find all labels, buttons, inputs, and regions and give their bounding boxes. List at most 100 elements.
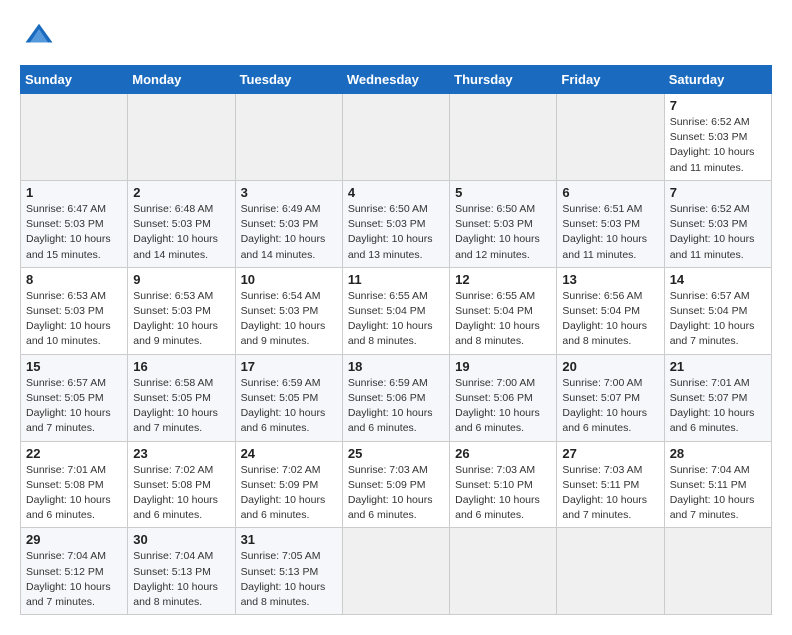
day-number: 15 (26, 359, 122, 374)
day-header: Wednesday (342, 66, 449, 94)
day-info: Sunrise: 7:04 AMSunset: 5:12 PMDaylight:… (26, 549, 122, 610)
logo-icon (24, 20, 54, 50)
calendar-header-row: SundayMondayTuesdayWednesdayThursdayFrid… (21, 66, 772, 94)
calendar-week-row: 1 Sunrise: 6:47 AMSunset: 5:03 PMDaylight… (21, 180, 772, 267)
day-number: 19 (455, 359, 551, 374)
calendar-cell: 16Sunrise: 6:58 AMSunset: 5:05 PMDayligh… (128, 354, 235, 441)
day-number: 7 (670, 185, 766, 200)
day-number: 27 (562, 446, 658, 461)
calendar-week-row: 22Sunrise: 7:01 AMSunset: 5:08 PMDayligh… (21, 441, 772, 528)
calendar-cell: 10 Sunrise: 6:54 AMSunset: 5:03 PMDayligh… (235, 267, 342, 354)
day-info: Sunrise: 6:50 AMSunset: 5:03 PMDaylight:… (455, 202, 551, 263)
calendar-table: SundayMondayTuesdayWednesdayThursdayFrid… (20, 65, 772, 615)
calendar-cell: 5 Sunrise: 6:50 AMSunset: 5:03 PMDaylight… (450, 180, 557, 267)
day-info: Sunrise: 6:52 AMSunset: 5:03 PMDaylight:… (670, 202, 766, 263)
calendar-cell: 12Sunrise: 6:55 AMSunset: 5:04 PMDayligh… (450, 267, 557, 354)
calendar-cell (450, 528, 557, 615)
calendar-cell: 26Sunrise: 7:03 AMSunset: 5:10 PMDayligh… (450, 441, 557, 528)
calendar-cell (342, 528, 449, 615)
day-info: Sunrise: 6:59 AMSunset: 5:05 PMDaylight:… (241, 376, 337, 437)
day-header: Saturday (664, 66, 771, 94)
day-number: 11 (348, 272, 444, 287)
calendar-cell: 27 Sunrise: 7:03 AMSunset: 5:11 PMDayligh… (557, 441, 664, 528)
day-number: 30 (133, 532, 229, 547)
calendar-cell: 17 Sunrise: 6:59 AMSunset: 5:05 PMDayligh… (235, 354, 342, 441)
day-number: 28 (670, 446, 766, 461)
calendar-cell: 25 Sunrise: 7:03 AMSunset: 5:09 PMDayligh… (342, 441, 449, 528)
day-number: 3 (241, 185, 337, 200)
day-info: Sunrise: 6:52 AMSunset: 5:03 PMDaylight:… (670, 115, 766, 176)
day-info: Sunrise: 7:02 AMSunset: 5:09 PMDaylight:… (241, 463, 337, 524)
calendar-cell: 6Sunrise: 6:51 AMSunset: 5:03 PMDaylight… (557, 180, 664, 267)
day-info: Sunrise: 7:00 AMSunset: 5:07 PMDaylight:… (562, 376, 658, 437)
day-number: 14 (670, 272, 766, 287)
calendar-cell (235, 94, 342, 181)
day-info: Sunrise: 6:55 AMSunset: 5:04 PMDaylight:… (455, 289, 551, 350)
day-number: 31 (241, 532, 337, 547)
calendar-cell: 1 Sunrise: 6:47 AMSunset: 5:03 PMDaylight… (21, 180, 128, 267)
calendar-cell: 28 Sunrise: 7:04 AMSunset: 5:11 PMDayligh… (664, 441, 771, 528)
day-number: 5 (455, 185, 551, 200)
calendar-cell: 7 Sunrise: 6:52 AMSunset: 5:03 PMDaylight… (664, 94, 771, 181)
calendar-cell: 22Sunrise: 7:01 AMSunset: 5:08 PMDayligh… (21, 441, 128, 528)
day-info: Sunrise: 7:04 AMSunset: 5:13 PMDaylight:… (133, 549, 229, 610)
calendar-cell: 19 Sunrise: 7:00 AMSunset: 5:06 PMDayligh… (450, 354, 557, 441)
calendar-cell: 4 Sunrise: 6:50 AMSunset: 5:03 PMDaylight… (342, 180, 449, 267)
day-header: Sunday (21, 66, 128, 94)
calendar-cell: 15 Sunrise: 6:57 AMSunset: 5:05 PMDayligh… (21, 354, 128, 441)
day-info: Sunrise: 7:00 AMSunset: 5:06 PMDaylight:… (455, 376, 551, 437)
calendar-cell (664, 528, 771, 615)
calendar-cell: 3Sunrise: 6:49 AMSunset: 5:03 PMDaylight… (235, 180, 342, 267)
calendar-week-row: 15 Sunrise: 6:57 AMSunset: 5:05 PMDayligh… (21, 354, 772, 441)
day-info: Sunrise: 7:04 AMSunset: 5:11 PMDaylight:… (670, 463, 766, 524)
day-info: Sunrise: 7:02 AMSunset: 5:08 PMDaylight:… (133, 463, 229, 524)
day-number: 7 (670, 98, 766, 113)
calendar-cell: 14 Sunrise: 6:57 AMSunset: 5:04 PMDayligh… (664, 267, 771, 354)
day-number: 10 (241, 272, 337, 287)
calendar-cell: 23Sunrise: 7:02 AMSunset: 5:08 PMDayligh… (128, 441, 235, 528)
day-info: Sunrise: 7:01 AMSunset: 5:07 PMDaylight:… (670, 376, 766, 437)
day-header: Monday (128, 66, 235, 94)
calendar-cell (557, 528, 664, 615)
calendar-cell (128, 94, 235, 181)
day-info: Sunrise: 6:54 AMSunset: 5:03 PMDaylight:… (241, 289, 337, 350)
day-number: 22 (26, 446, 122, 461)
day-info: Sunrise: 6:59 AMSunset: 5:06 PMDaylight:… (348, 376, 444, 437)
calendar-cell (450, 94, 557, 181)
day-number: 24 (241, 446, 337, 461)
day-number: 2 (133, 185, 229, 200)
calendar-cell: 20Sunrise: 7:00 AMSunset: 5:07 PMDayligh… (557, 354, 664, 441)
day-info: Sunrise: 6:50 AMSunset: 5:03 PMDaylight:… (348, 202, 444, 263)
day-header: Tuesday (235, 66, 342, 94)
day-number: 17 (241, 359, 337, 374)
day-number: 25 (348, 446, 444, 461)
day-info: Sunrise: 7:03 AMSunset: 5:11 PMDaylight:… (562, 463, 658, 524)
day-number: 4 (348, 185, 444, 200)
day-number: 18 (348, 359, 444, 374)
calendar-week-row: 8 Sunrise: 6:53 AMSunset: 5:03 PMDaylight… (21, 267, 772, 354)
day-info: Sunrise: 7:03 AMSunset: 5:10 PMDaylight:… (455, 463, 551, 524)
calendar-cell: 24 Sunrise: 7:02 AMSunset: 5:09 PMDayligh… (235, 441, 342, 528)
day-info: Sunrise: 6:47 AMSunset: 5:03 PMDaylight:… (26, 202, 122, 263)
day-info: Sunrise: 6:53 AMSunset: 5:03 PMDaylight:… (26, 289, 122, 350)
calendar-cell: 2Sunrise: 6:48 AMSunset: 5:03 PMDaylight… (128, 180, 235, 267)
day-info: Sunrise: 7:03 AMSunset: 5:09 PMDaylight:… (348, 463, 444, 524)
day-number: 16 (133, 359, 229, 374)
calendar-cell (342, 94, 449, 181)
calendar-cell: 7 Sunrise: 6:52 AMSunset: 5:03 PMDaylight… (664, 180, 771, 267)
calendar-cell: 29 Sunrise: 7:04 AMSunset: 5:12 PMDayligh… (21, 528, 128, 615)
day-info: Sunrise: 6:57 AMSunset: 5:05 PMDaylight:… (26, 376, 122, 437)
day-info: Sunrise: 6:53 AMSunset: 5:03 PMDaylight:… (133, 289, 229, 350)
day-number: 9 (133, 272, 229, 287)
day-number: 6 (562, 185, 658, 200)
calendar-cell (21, 94, 128, 181)
day-info: Sunrise: 7:05 AMSunset: 5:13 PMDaylight:… (241, 549, 337, 610)
day-number: 29 (26, 532, 122, 547)
day-number: 8 (26, 272, 122, 287)
day-number: 21 (670, 359, 766, 374)
day-info: Sunrise: 6:56 AMSunset: 5:04 PMDaylight:… (562, 289, 658, 350)
calendar-cell: 13Sunrise: 6:56 AMSunset: 5:04 PMDayligh… (557, 267, 664, 354)
day-info: Sunrise: 6:57 AMSunset: 5:04 PMDaylight:… (670, 289, 766, 350)
calendar-cell: 11Sunrise: 6:55 AMSunset: 5:04 PMDayligh… (342, 267, 449, 354)
day-number: 1 (26, 185, 122, 200)
